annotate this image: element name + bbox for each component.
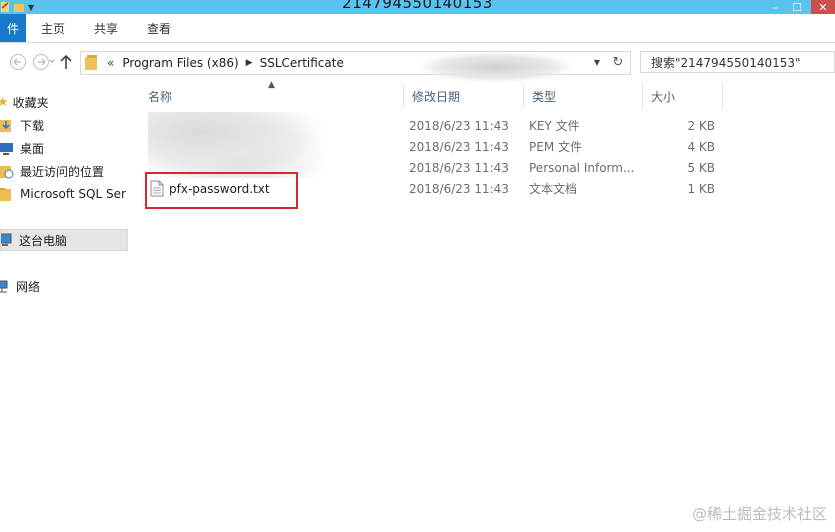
file-modified: 2018/6/23 11:43 xyxy=(409,118,509,133)
back-icon[interactable] xyxy=(6,53,30,71)
breadcrumb-program-files[interactable]: Program Files (x86) xyxy=(122,56,238,70)
title-bar: ▼ 214794550140153 – ☐ ✕ xyxy=(0,0,835,14)
folder-icon xyxy=(0,188,11,201)
highlight-annotation xyxy=(145,172,298,209)
file-type: KEY 文件 xyxy=(529,119,580,133)
refresh-icon[interactable]: ↻ xyxy=(610,54,626,70)
network-icon xyxy=(0,280,8,293)
tab-file[interactable]: 件 xyxy=(0,14,26,42)
up-arrow-icon[interactable] xyxy=(58,53,74,71)
file-type: 文本文档 xyxy=(529,182,578,196)
desktop-icon xyxy=(0,143,13,155)
sidebar-item-this-pc[interactable]: 这台电脑 xyxy=(0,229,128,251)
file-type: Personal Inform... xyxy=(529,160,635,175)
file-size: 2 KB xyxy=(687,118,715,133)
file-type: PEM 文件 xyxy=(529,140,582,154)
sidebar-item-label: 最近访问的位置 xyxy=(20,164,105,179)
minimize-button[interactable]: – xyxy=(766,0,784,14)
chevron-down-icon[interactable]: ▼ xyxy=(594,58,600,67)
folder-icon xyxy=(85,55,97,70)
file-size: 4 KB xyxy=(687,139,715,154)
search-input[interactable]: 搜索"214794550140153" xyxy=(640,51,835,73)
sidebar-item-label: 收藏夹 xyxy=(12,95,49,110)
sidebar-item-label: 下载 xyxy=(20,118,45,133)
sidebar-item-label: 桌面 xyxy=(20,141,45,156)
file-size: 5 KB xyxy=(687,160,715,175)
sidebar-item-recent[interactable]: 最近访问的位置 xyxy=(0,160,128,182)
tab-view[interactable]: 查看 xyxy=(147,14,171,42)
maximize-button[interactable]: ☐ xyxy=(788,0,806,14)
column-header-type[interactable]: 类型 xyxy=(524,84,643,108)
window-title: 214794550140153 xyxy=(342,0,493,12)
sidebar-item-sql-server[interactable]: Microsoft SQL Ser xyxy=(0,183,128,205)
sidebar-item-favorites[interactable]: ★ 收藏夹 xyxy=(0,91,128,113)
column-header-modified[interactable]: 修改日期 xyxy=(404,84,524,108)
sidebar-item-network[interactable]: 网络 xyxy=(0,275,128,297)
sidebar-item-downloads[interactable]: 下载 xyxy=(0,114,128,136)
tab-share[interactable]: 共享 xyxy=(94,14,118,42)
breadcrumb-sslcertificate[interactable]: SSLCertificate xyxy=(260,56,344,70)
sidebar-item-label: 这台电脑 xyxy=(19,233,68,248)
address-bar[interactable]: « Program Files (x86) ▶ SSLCertificate ▼… xyxy=(80,51,631,82)
breadcrumb-separator-icon[interactable]: ▶ xyxy=(246,58,253,68)
close-button[interactable]: ✕ xyxy=(811,0,835,14)
column-header-size[interactable]: 大小 xyxy=(643,84,723,108)
file-size: 1 KB xyxy=(687,181,715,196)
forward-icon[interactable] xyxy=(31,53,55,71)
tab-home[interactable]: 主页 xyxy=(41,14,65,42)
navigation-pane: ★ 收藏夹 下载 桌面 最近访问的位置 Microsoft SQL Ser 这台… xyxy=(0,81,130,532)
sidebar-item-desktop[interactable]: 桌面 xyxy=(0,137,128,159)
file-modified: 2018/6/23 11:43 xyxy=(409,139,509,154)
sort-ascending-icon: ▲ xyxy=(268,80,275,90)
recent-places-icon xyxy=(0,166,14,179)
navigation-bar: « Program Files (x86) ▶ SSLCertificate ▼… xyxy=(0,43,835,82)
breadcrumb-overflow[interactable]: « xyxy=(107,56,114,70)
file-modified: 2018/6/23 11:43 xyxy=(409,181,509,196)
computer-icon xyxy=(1,233,12,246)
sidebar-item-label: 网络 xyxy=(16,279,41,294)
ribbon: 件 主页 共享 查看 xyxy=(0,14,835,43)
download-folder-icon xyxy=(0,120,11,132)
redacted-blur xyxy=(148,112,328,178)
redacted-blur xyxy=(421,52,571,82)
watermark: @稀土掘金技术社区 xyxy=(691,505,827,523)
file-modified: 2018/6/23 11:43 xyxy=(409,160,509,175)
sidebar-item-label: Microsoft SQL Ser xyxy=(20,187,126,201)
star-icon: ★ xyxy=(0,94,9,110)
